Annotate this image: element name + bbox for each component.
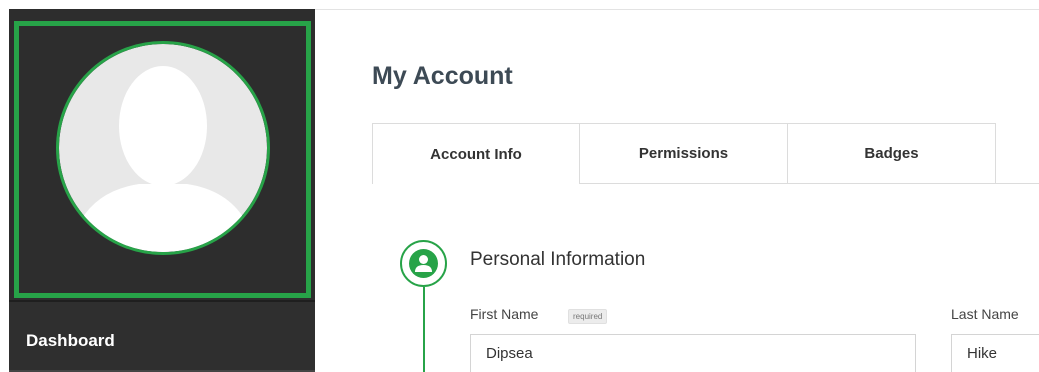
tab-permissions[interactable]: Permissions xyxy=(579,123,788,184)
sidebar: Dashboard xyxy=(9,9,315,372)
first-name-input[interactable]: Dipsea xyxy=(470,334,916,372)
tab-badges[interactable]: Badges xyxy=(787,123,996,184)
avatar-frame[interactable] xyxy=(14,21,311,298)
last-name-label: Last Name xyxy=(951,306,1019,322)
step-indicator xyxy=(400,240,447,287)
avatar[interactable] xyxy=(56,41,270,255)
tab-bar-baseline xyxy=(996,183,1039,184)
user-icon xyxy=(415,255,432,272)
last-name-input[interactable]: Hike xyxy=(951,334,1039,372)
user-silhouette-icon xyxy=(59,44,267,252)
section-heading: Personal Information xyxy=(470,249,646,270)
sidebar-item-label: Dashboard xyxy=(26,331,115,350)
required-badge: required xyxy=(568,309,608,324)
step-connector xyxy=(423,287,425,372)
first-name-label: First Name xyxy=(470,306,539,322)
tab-account-info[interactable]: Account Info xyxy=(372,123,580,184)
top-divider xyxy=(315,9,1039,10)
sidebar-item-dashboard[interactable]: Dashboard xyxy=(9,302,315,370)
tab-bar: Account Info Permissions Badges xyxy=(372,123,1039,184)
page: Dashboard My Account Account Info Permis… xyxy=(0,0,1039,372)
step-indicator-fill xyxy=(409,249,438,278)
page-title: My Account xyxy=(372,62,513,90)
